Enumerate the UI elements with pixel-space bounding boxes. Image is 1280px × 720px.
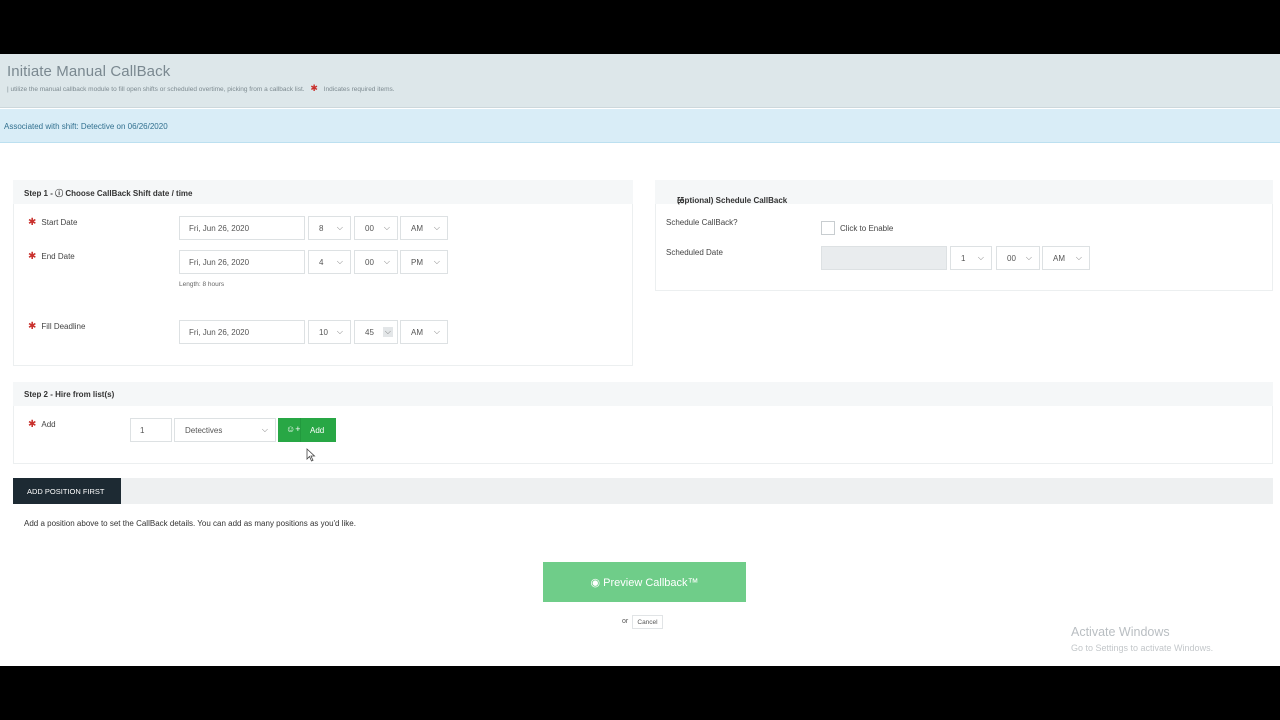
shift-alert-text: Associated with shift: Detective on 06/2… [4, 122, 168, 131]
chevron-down-icon: ⌵ [336, 327, 343, 336]
add-label: ✱ Add [28, 419, 56, 430]
preview-callback-label: Preview Callback™ [603, 577, 699, 589]
deadline-hour-select[interactable]: 10 ⌵ [308, 320, 351, 344]
shift-alert: Associated with shift: Detective on 06/2… [0, 109, 1280, 143]
subtitle-text: | utilize the manual callback module to … [7, 86, 305, 93]
scheduled-minute-select[interactable]: 00 ⌵ [996, 246, 1040, 270]
deadline-minute-select[interactable]: 45 ⌵ [354, 320, 398, 344]
chevron-down-icon: ⌵ [336, 257, 343, 266]
shift-length: Length: 8 hours [179, 281, 225, 288]
chevron-down-icon: ⌵ [1075, 253, 1082, 262]
asterisk-icon: ✱ [28, 321, 37, 332]
required-note: Indicates required items. [323, 86, 395, 93]
chevron-down-icon: ⌵ [336, 223, 343, 232]
quantity-input[interactable]: 1 [130, 418, 172, 442]
chevron-down-icon: ⌵ [261, 425, 268, 434]
add-user-icon: ☺+ [286, 424, 301, 434]
end-hour-select[interactable]: 4 ⌵ [308, 250, 351, 274]
windows-watermark-title: Activate Windows [1071, 625, 1170, 639]
start-minute-value: 00 [365, 224, 374, 233]
start-hour-select[interactable]: 8 ⌵ [308, 216, 351, 240]
scheduled-hour-value: 1 [961, 254, 966, 263]
chevron-down-icon: ⌵ [977, 253, 984, 262]
fill-deadline-label: ✱ Fill Deadline [28, 321, 85, 332]
start-date-label: ✱ Start Date [28, 217, 77, 228]
end-minute-value: 00 [365, 258, 374, 267]
add-button-label: Add [310, 426, 325, 435]
chevron-down-icon: ⌵ [1025, 253, 1032, 262]
page-subtitle: | utilize the manual callback module to … [7, 83, 395, 94]
add-label-text: Add [41, 420, 56, 429]
scheduled-ampm-value: AM [1053, 254, 1065, 263]
start-date-label-text: Start Date [41, 218, 78, 227]
scheduled-hour-select[interactable]: 1 ⌵ [950, 246, 992, 270]
asterisk-icon: ✱ [28, 251, 37, 262]
eye-icon: ◉ [590, 577, 604, 589]
tab-add-position-first[interactable]: ADD POSITION FIRST [13, 478, 121, 504]
start-date-input[interactable]: Fri, Jun 26, 2020 [179, 216, 305, 240]
schedule-panel: ☷ (optional) Schedule CallBack [655, 180, 1273, 291]
or-text: or [622, 618, 629, 625]
add-position-button[interactable]: ☺+ Add [278, 418, 336, 442]
step2-heading-text: Step 2 - Hire from list(s) [24, 390, 115, 399]
start-ampm-value: AM [411, 224, 423, 233]
chevron-down-icon: ⌵ [383, 223, 390, 232]
chevron-down-icon: ⌵ [433, 223, 440, 232]
chevron-down-icon: ⌵ [383, 257, 390, 266]
end-date-label-text: End Date [41, 252, 75, 261]
deadline-minute-value: 45 [365, 328, 374, 337]
fill-deadline-label-text: Fill Deadline [41, 322, 86, 331]
schedule-enable-checkbox[interactable] [821, 221, 835, 235]
step1-heading-text: Step 1 - ⓘ Choose CallBack Shift date / … [24, 189, 193, 198]
scheduled-date-label: Scheduled Date [666, 248, 723, 257]
start-ampm-select[interactable]: AM ⌵ [400, 216, 448, 240]
page-title: Initiate Manual CallBack [7, 63, 171, 80]
start-minute-select[interactable]: 00 ⌵ [354, 216, 398, 240]
end-minute-select[interactable]: 00 ⌵ [354, 250, 398, 274]
chevron-down-icon: ⌵ [382, 327, 393, 337]
schedule-callback-label: Schedule CallBack? [666, 218, 738, 227]
windows-watermark-sub: Go to Settings to activate Windows. [1071, 643, 1214, 653]
asterisk-icon: ✱ [28, 419, 37, 430]
start-hour-value: 8 [319, 224, 324, 233]
chevron-down-icon: ⌵ [433, 327, 440, 336]
deadline-ampm-select[interactable]: AM ⌵ [400, 320, 448, 344]
chevron-down-icon: ⌵ [433, 257, 440, 266]
step1-heading: Step 1 - ⓘ Choose CallBack Shift date / … [13, 180, 633, 204]
step2-heading: Step 2 - Hire from list(s) [13, 382, 1273, 406]
button-divider [300, 418, 301, 442]
deadline-date-input[interactable]: Fri, Jun 26, 2020 [179, 320, 305, 344]
page-header: Initiate Manual CallBack | utilize the m… [0, 54, 1280, 108]
deadline-ampm-value: AM [411, 328, 423, 337]
schedule-heading: ☷ (optional) Schedule CallBack [655, 180, 1273, 205]
mouse-cursor-icon [306, 448, 316, 462]
list-select-value: Detectives [185, 426, 223, 435]
position-tabs: ADD POSITION FIRST [13, 478, 1273, 504]
end-ampm-value: PM [411, 258, 423, 267]
deadline-hour-value: 10 [319, 328, 328, 337]
scheduled-minute-value: 00 [1007, 254, 1016, 263]
positions-note: Add a position above to set the CallBack… [24, 519, 356, 528]
scheduled-date-input[interactable] [821, 246, 947, 270]
preview-callback-button[interactable]: ◉ Preview Callback™ [543, 562, 746, 602]
list-select[interactable]: Detectives ⌵ [174, 418, 276, 442]
end-date-input[interactable]: Fri, Jun 26, 2020 [179, 250, 305, 274]
end-ampm-select[interactable]: PM ⌵ [400, 250, 448, 274]
end-date-label: ✱ End Date [28, 251, 75, 262]
cancel-button[interactable]: Cancel [632, 615, 663, 629]
schedule-enable-label[interactable]: Click to Enable [840, 224, 893, 233]
asterisk-icon: ✱ [28, 217, 37, 228]
end-hour-value: 4 [319, 258, 324, 267]
asterisk-icon: ✱ [310, 83, 318, 93]
scheduled-ampm-select[interactable]: AM ⌵ [1042, 246, 1090, 270]
